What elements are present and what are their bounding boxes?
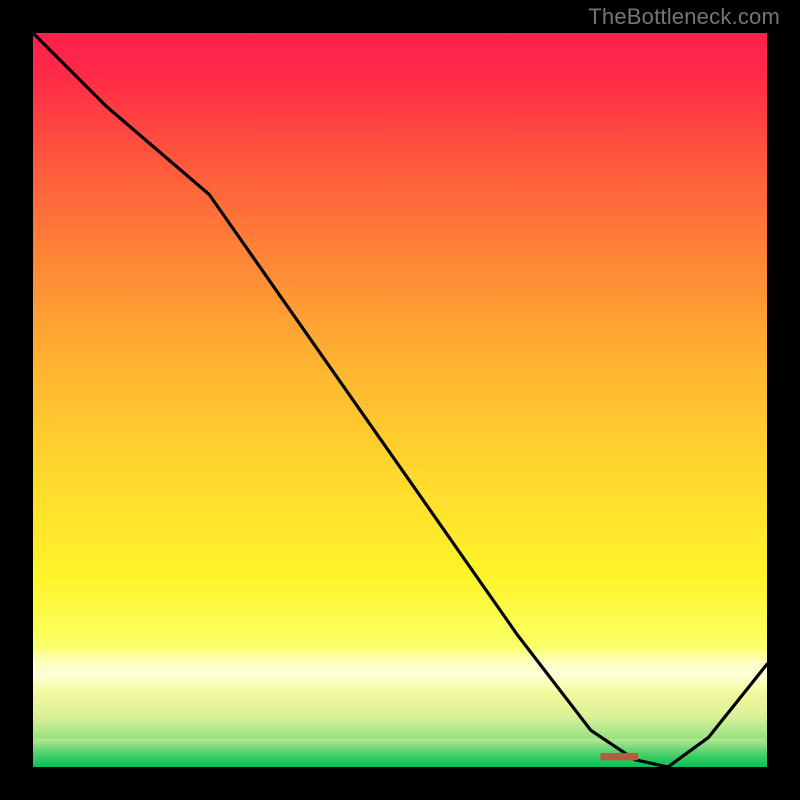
chart-stage: TheBottleneck.com ■■■■■■ (0, 0, 800, 800)
plot-area: ■■■■■■ (33, 33, 767, 767)
highlight-marker: ■■■■■■ (600, 748, 636, 765)
watermark-text: TheBottleneck.com (588, 4, 780, 30)
curve-path (33, 33, 767, 767)
curve-svg (33, 33, 767, 767)
